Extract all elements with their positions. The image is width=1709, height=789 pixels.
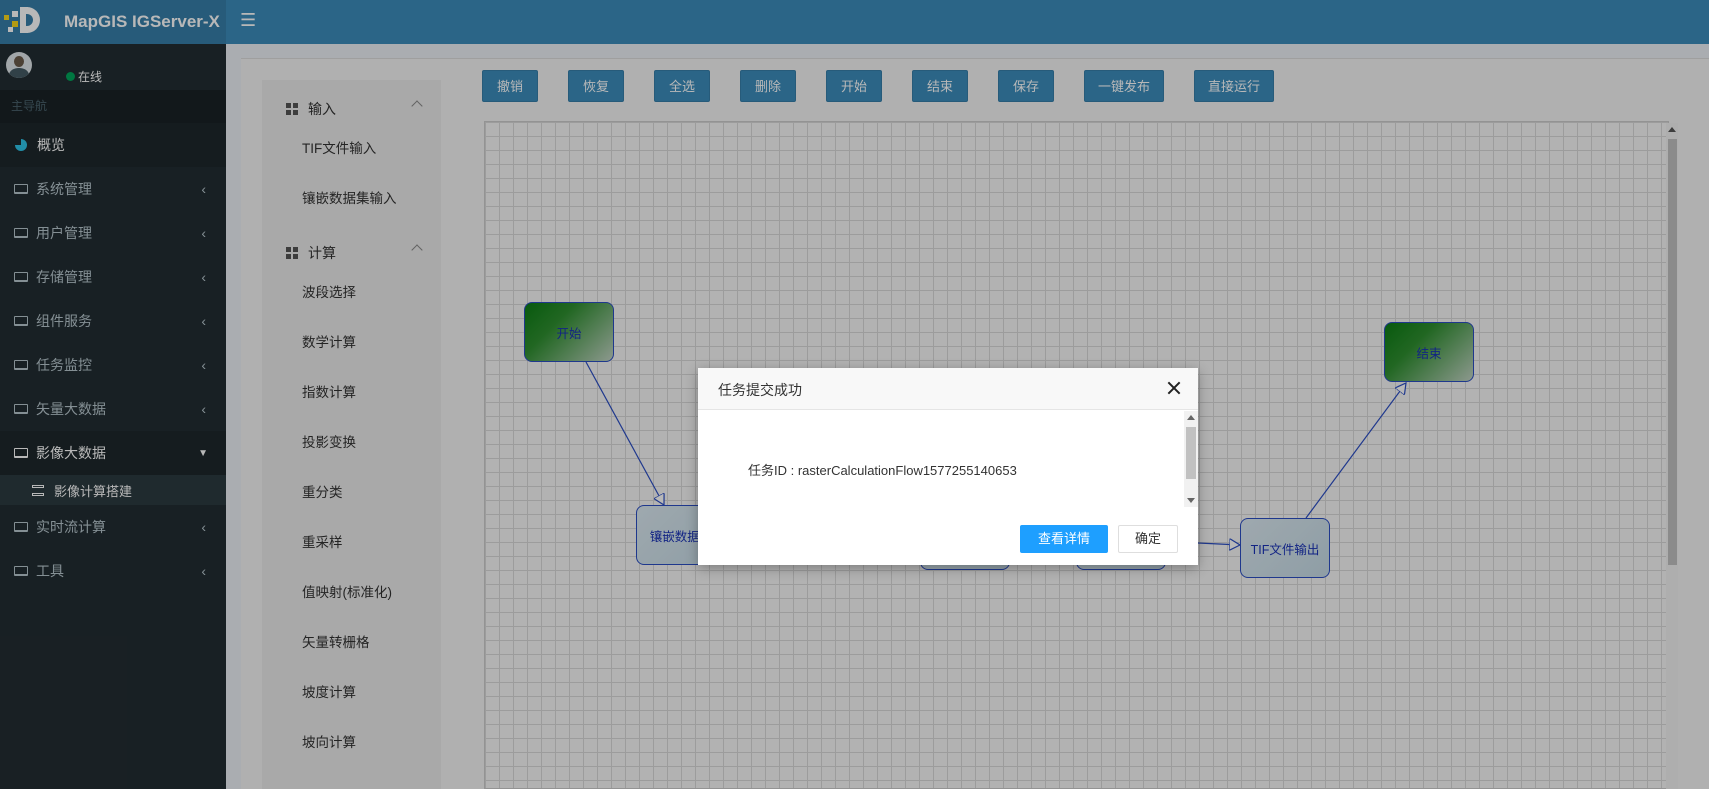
dialog-body: 任务ID : rasterCalculationFlow157725514065… <box>698 410 1198 510</box>
scroll-up-icon[interactable] <box>1187 415 1195 420</box>
task-submitted-dialog: 任务提交成功 任务ID : rasterCalculationFlow15772… <box>698 368 1198 565</box>
task-id-text: 任务ID : rasterCalculationFlow157725514065… <box>748 463 1017 478</box>
scroll-down-icon[interactable] <box>1187 498 1195 503</box>
dialog-header: 任务提交成功 <box>698 368 1198 410</box>
dialog-title: 任务提交成功 <box>718 382 802 398</box>
close-icon[interactable] <box>1164 378 1184 398</box>
scrollbar-thumb[interactable] <box>1186 427 1196 479</box>
dialog-scrollbar[interactable] <box>1184 411 1198 507</box>
confirm-button[interactable]: 确定 <box>1118 525 1178 553</box>
view-details-button[interactable]: 查看详情 <box>1020 525 1108 553</box>
